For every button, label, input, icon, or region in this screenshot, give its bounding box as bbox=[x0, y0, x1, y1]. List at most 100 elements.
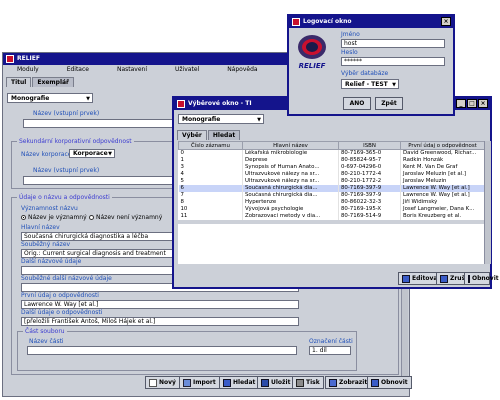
table-row[interactable]: 10 Vývojová psychologie 80-7169-195-X Josef… bbox=[178, 206, 485, 213]
radio-not-significant[interactable]: Název není významný bbox=[89, 214, 162, 221]
svg-text:RELIEF: RELIEF bbox=[299, 62, 326, 70]
results-window-controls: _ □ × bbox=[456, 99, 488, 108]
radio-not-significant-label: Název není významný bbox=[96, 214, 163, 221]
table-row[interactable]: 3 Synopsis of Human Anato... 0-697-04296-0… bbox=[178, 164, 485, 171]
save-icon bbox=[261, 378, 269, 387]
table-row[interactable]: 5 Ultrazvukové nálezy na sr... 80-210-1772… bbox=[178, 178, 485, 185]
login-name-input[interactable]: host bbox=[341, 39, 445, 48]
tab-titul[interactable]: Titul bbox=[6, 77, 32, 87]
cell-main-title: Současná chirurgická dia... bbox=[242, 192, 339, 199]
other-resp-input[interactable]: [přeložili František Antoš, Miloš Hájek … bbox=[21, 317, 299, 326]
results-window-title: Výběrové okno - TI bbox=[188, 100, 252, 107]
main-title-label: Hlavní název bbox=[21, 224, 60, 231]
col-header-first-resp[interactable]: První údaj o odpovědnost bbox=[400, 141, 485, 150]
print-button-label: Tisk bbox=[306, 379, 320, 386]
login-name-label: Jméno bbox=[341, 31, 360, 38]
table-row[interactable]: 7 Současná chirurgická dia... 80-7169-397-… bbox=[178, 192, 485, 199]
cell-main-title: Synopsis of Human Anato... bbox=[242, 164, 339, 171]
refresh-icon bbox=[371, 378, 379, 387]
parallel-other-label: Souběžné další názvové údaje bbox=[21, 275, 112, 282]
part-group-title: Část souboru bbox=[23, 327, 67, 336]
cell-record-number: 3 bbox=[178, 164, 243, 171]
results-scrollbar[interactable] bbox=[484, 141, 491, 264]
cell-isbn: 80-7169-397-9 bbox=[338, 192, 401, 199]
cell-first-resp: David Greenwood, Richar... bbox=[400, 149, 485, 157]
relief-logo: RELIEF bbox=[295, 32, 329, 72]
secondary-group-title: Sekundární korporativní odpovědnost bbox=[17, 137, 134, 146]
cell-isbn: 80-7169-365-0 bbox=[338, 149, 401, 157]
corp-select[interactable]: Korporace ▼ bbox=[69, 149, 115, 158]
save-button[interactable]: Uložit bbox=[257, 376, 295, 389]
cell-main-title: Zobrazovací metody v dia... bbox=[242, 213, 339, 220]
cell-record-number: 10 bbox=[178, 206, 243, 213]
doc-type-select[interactable]: Monografie ▼ bbox=[7, 93, 93, 103]
col-header-isbn[interactable]: ISBN bbox=[338, 141, 401, 150]
cell-main-title: Lékařská mikrobiologie bbox=[242, 149, 339, 157]
refresh-button[interactable]: Obnovit bbox=[367, 376, 412, 389]
view-button[interactable]: Zobrazit bbox=[325, 376, 372, 389]
name-input-top[interactable] bbox=[23, 119, 173, 128]
close-icon[interactable]: × bbox=[441, 17, 451, 26]
login-db-select[interactable]: Relief - TEST ▼ bbox=[341, 79, 399, 89]
name-significance-label: Významnost názvu bbox=[21, 205, 78, 212]
col-header-main-title[interactable]: Hlavní název bbox=[242, 141, 339, 150]
login-cancel-button[interactable]: Zpět bbox=[375, 97, 403, 110]
import-button[interactable]: Import bbox=[179, 376, 220, 389]
table-row[interactable]: 1 Deprese 80-85824-95-7 Radkin Honzák bbox=[178, 157, 485, 164]
main-tabs: Titul Exemplář bbox=[6, 77, 75, 87]
cell-main-title: Ultrazvukové nálezy na sr... bbox=[242, 178, 339, 185]
login-ok-label: ANO bbox=[349, 100, 365, 107]
new-button[interactable]: Nový bbox=[145, 376, 180, 389]
cancel-icon bbox=[440, 274, 448, 283]
corp-name-input[interactable] bbox=[23, 176, 173, 185]
login-ok-button[interactable]: ANO bbox=[343, 97, 371, 110]
login-password-label: Heslo bbox=[341, 49, 358, 56]
table-row[interactable]: 4 Ultrazvukové nálezy na sr... 80-210-1772… bbox=[178, 171, 485, 178]
table-header-row: Číslo záznamu Hlavní název ISBN První úd… bbox=[178, 141, 485, 150]
cell-isbn: 80-210-1772-2 bbox=[338, 178, 401, 185]
table-row[interactable]: 11 Zobrazovací metody v dia... 80-7169-514… bbox=[178, 213, 485, 220]
menu-nastaveni[interactable]: Nastavení bbox=[103, 65, 161, 75]
part-number-input[interactable]: 1. díl bbox=[309, 346, 351, 355]
part-name-input[interactable] bbox=[27, 346, 297, 355]
print-button[interactable]: Tisk bbox=[292, 376, 324, 389]
name-label-top: Název (vstupní prvek) bbox=[33, 110, 100, 117]
minimize-icon[interactable]: _ bbox=[456, 99, 466, 108]
main-window-title: RELIEF bbox=[17, 55, 40, 62]
tab-hledat[interactable]: Hledat bbox=[207, 130, 241, 140]
first-resp-input[interactable]: Lawrence W. Way [et al.] bbox=[21, 300, 299, 309]
menu-uzivatel[interactable]: Uživatel bbox=[161, 65, 213, 75]
cell-record-number: 11 bbox=[178, 213, 243, 220]
parallel-title-label: Souběžný název bbox=[21, 241, 71, 248]
results-table-body: 0 Lékařská mikrobiologie 80-7169-365-0 Davi… bbox=[178, 149, 485, 220]
login-window-title: Logovací okno bbox=[303, 18, 352, 25]
cell-isbn: 80-7169-514-9 bbox=[338, 213, 401, 220]
results-doc-type-select[interactable]: Monografie ▼ bbox=[178, 114, 264, 124]
menu-napoveda[interactable]: Nápověda bbox=[213, 65, 271, 75]
refresh-icon bbox=[468, 274, 470, 283]
menu-editace[interactable]: Editace bbox=[53, 65, 103, 75]
table-row[interactable]: 8 Hypertenze 80-86022-32-3 Jiří Widimský bbox=[178, 199, 485, 206]
col-header-record-number[interactable]: Číslo záznamu bbox=[178, 141, 243, 150]
login-password-input[interactable]: ****** bbox=[341, 57, 445, 66]
table-row[interactable]: 6 Současná chirurgická dia... 80-7169-397-… bbox=[178, 185, 485, 192]
tab-vyber[interactable]: Výběr bbox=[177, 130, 207, 140]
menu-moduly[interactable]: Moduly bbox=[3, 65, 53, 75]
table-row[interactable]: 0 Lékařská mikrobiologie 80-7169-365-0 Davi… bbox=[178, 149, 485, 157]
cell-first-resp: Lawrence W. Way [et al.] bbox=[400, 185, 485, 192]
chevron-down-icon: ▼ bbox=[257, 117, 261, 123]
results-refresh-label: Obnovit bbox=[472, 275, 499, 282]
radio-significant-label: Název je významný bbox=[28, 214, 87, 221]
cell-first-resp: Jiří Widimský bbox=[400, 199, 485, 206]
first-resp-label: První údaj o odpovědnosti bbox=[21, 292, 99, 299]
chevron-down-icon: ▼ bbox=[108, 151, 112, 157]
tab-exemplar[interactable]: Exemplář bbox=[32, 77, 75, 87]
close-icon[interactable]: × bbox=[478, 99, 488, 108]
search-button[interactable]: Hledat bbox=[219, 376, 260, 389]
app-icon bbox=[292, 18, 300, 26]
radio-significant[interactable]: Název je významný bbox=[21, 214, 87, 221]
results-refresh-button[interactable]: Obnovit bbox=[464, 272, 499, 285]
cell-isbn: 80-86022-32-3 bbox=[338, 199, 401, 206]
import-button-label: Import bbox=[193, 379, 216, 386]
maximize-icon[interactable]: □ bbox=[467, 99, 477, 108]
